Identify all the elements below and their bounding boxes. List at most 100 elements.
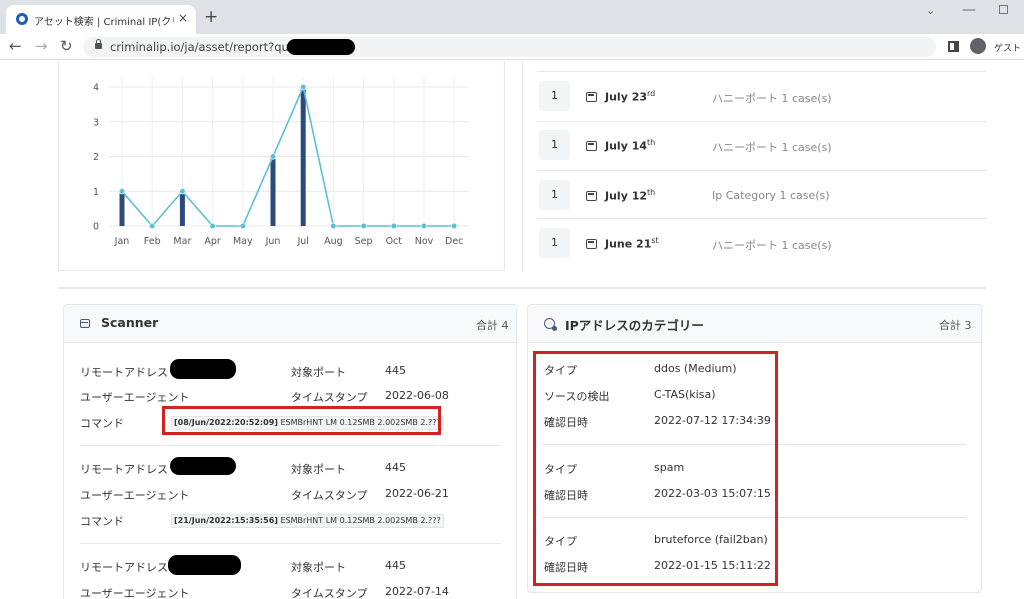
ip-category-total: 合計 3: [939, 319, 972, 332]
history-row: 1 July 12th Ip Category 1 case(s): [537, 171, 986, 220]
user-agent-label: ユーザーエージェント: [80, 391, 190, 404]
data-point: [360, 222, 367, 230]
back-arrow-icon[interactable]: ←: [9, 37, 22, 55]
y-tick-label: 4: [93, 83, 99, 94]
page-content: 0 1 2 3 4 Jan Feb Mar Apr May Jun Jul Aug Sep Oct Nov De…: [0, 61, 1024, 599]
redacted-query: [287, 39, 355, 55]
command-value: [21/Jun/2022:15:35:56] ESMBrHNT LM 0.12S…: [171, 514, 444, 528]
browser-toolbar: ← → ↻ criminalip.io/ja/asset/report?quer…: [0, 34, 1024, 60]
scanner-total: 合計 4: [476, 319, 509, 332]
ip-category-title: IPアドレスのカテゴリー: [565, 318, 704, 333]
data-point: [300, 83, 307, 91]
reload-icon[interactable]: ↻: [60, 37, 73, 55]
data-point: [330, 222, 337, 230]
timestamp-value: 2022-07-14: [385, 585, 449, 598]
history-date: June 21st: [605, 236, 659, 251]
data-point: [179, 188, 186, 195]
x-tick-label: Dec: [445, 236, 463, 247]
timestamp-value: 2022-06-08: [385, 389, 449, 402]
history-date: July 14th: [605, 138, 656, 153]
user-agent-label: ユーザーエージェント: [80, 587, 190, 599]
remote-address-label: リモートアドレス: [80, 366, 168, 379]
target-port-value: 445: [385, 559, 406, 572]
timestamp-label: タイムスタンプ: [291, 391, 368, 404]
history-description: Ip Category 1 case(s): [712, 189, 830, 202]
y-tick-label: 3: [93, 117, 99, 128]
data-point: [451, 222, 458, 230]
command-highlight-box: [162, 406, 441, 435]
data-point: [239, 222, 246, 230]
criminalip-favicon-icon: [16, 13, 28, 25]
column-divider: [522, 61, 523, 271]
history-description: ハニーポート 1 case(s): [712, 239, 832, 252]
bar: [179, 191, 185, 226]
tab-title: アセット検索 | Criminal IP(クリミ: [34, 17, 174, 28]
browser-tab-bar: アセット検索 | Criminal IP(クリミ × + ⌄ —: [0, 0, 1024, 34]
x-tick-label: Jan: [114, 236, 130, 247]
calendar-icon: [586, 239, 597, 249]
command-label: コマンド: [80, 417, 124, 430]
scanner-title: Scanner: [101, 315, 159, 330]
ip-category-panel: IPアドレスのカテゴリー 合計 3 タイプ ddos (Medium) ソースの…: [527, 304, 982, 593]
x-tick-label: Oct: [386, 236, 403, 247]
maximize-window-button[interactable]: [999, 5, 1008, 14]
history-row: 1 July 23rd ハニーポート 1 case(s): [537, 72, 986, 121]
tab-search-icon[interactable]: ⌄: [926, 4, 935, 17]
target-port-label: 対象ポート: [291, 561, 346, 574]
entry-separator: [80, 445, 501, 446]
close-tab-icon[interactable]: ×: [178, 11, 188, 25]
y-tick-label: 1: [93, 187, 99, 198]
lock-icon[interactable]: [95, 39, 102, 49]
x-tick-label: Apr: [204, 236, 221, 247]
category-highlight-box: [533, 351, 778, 586]
scanner-panel: Scanner 合計 4 リモートアドレス 対象ポート 445 ユーザーエージェ…: [63, 304, 517, 599]
x-tick-label: Aug: [324, 236, 343, 247]
section-divider: [58, 287, 986, 289]
profile-label[interactable]: ゲスト: [994, 41, 1021, 54]
browser-tab[interactable]: アセット検索 | Criminal IP(クリミ ×: [6, 5, 196, 34]
redacted-remote-address: [170, 359, 236, 379]
minimize-window-button[interactable]: —: [962, 2, 976, 18]
x-tick-label: Sep: [355, 236, 373, 247]
timestamp-value: 2022-06-21: [385, 487, 449, 500]
scanner-icon: [80, 319, 90, 328]
profile-avatar-icon[interactable]: [970, 38, 986, 54]
redacted-remote-address: [170, 457, 236, 475]
history-count: 1: [539, 180, 570, 210]
y-tick-label: 0: [93, 222, 99, 233]
forward-arrow-icon[interactable]: →: [35, 37, 48, 55]
calendar-icon: [586, 141, 597, 151]
history-count: 1: [539, 228, 570, 258]
history-count: 1: [539, 81, 570, 111]
monthly-chart-card: 0 1 2 3 4 Jan Feb Mar Apr May Jun Jul Aug Sep Oct Nov De…: [58, 61, 505, 271]
data-point: [209, 222, 216, 230]
data-point: [149, 222, 156, 230]
target-port-label: 対象ポート: [291, 463, 346, 476]
data-point: [390, 222, 397, 230]
category-icon: [544, 318, 557, 331]
x-tick-label: Feb: [144, 236, 161, 247]
target-port-label: 対象ポート: [291, 366, 346, 379]
y-tick-label: 2: [93, 152, 99, 163]
new-tab-button[interactable]: +: [204, 7, 218, 27]
redacted-remote-address: [168, 555, 241, 575]
scanner-header: Scanner 合計 4: [64, 305, 516, 343]
timestamp-label: タイムスタンプ: [291, 489, 368, 502]
calendar-icon: [586, 191, 597, 201]
data-point: [420, 222, 428, 230]
bar: [270, 156, 276, 226]
calendar-icon: [586, 92, 597, 102]
x-tick-label: Jul: [296, 236, 308, 247]
ip-category-header: IPアドレスのカテゴリー 合計 3: [528, 305, 981, 343]
side-panel-icon[interactable]: [948, 41, 959, 52]
user-agent-label: ユーザーエージェント: [80, 489, 190, 502]
history-row: 1 June 21st ハニーポート 1 case(s): [537, 219, 986, 268]
data-point: [118, 188, 126, 195]
bar: [119, 191, 125, 226]
monthly-activity-chart: 0 1 2 3 4 Jan Feb Mar Apr May Jun Jul Aug Sep Oct Nov De…: [93, 77, 469, 247]
history-row: 1 July 14th ハニーポート 1 case(s): [537, 121, 986, 170]
history-date: July 12th: [605, 188, 656, 203]
timestamp-label: タイムスタンプ: [291, 587, 368, 599]
address-bar[interactable]: criminalip.io/ja/asset/report?query=: [83, 37, 936, 57]
history-count: 1: [539, 130, 570, 160]
